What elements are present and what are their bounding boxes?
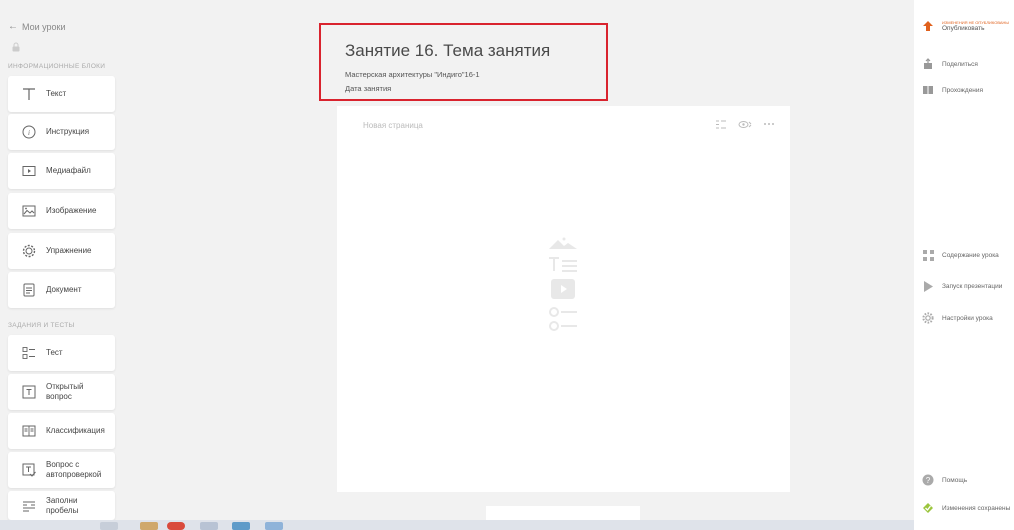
auto-check-icon	[22, 463, 36, 477]
help-label: Помощь	[942, 476, 968, 484]
progress-button[interactable]: Прохождения	[922, 84, 983, 96]
progress-label: Прохождения	[942, 86, 984, 94]
block-label: Вопрос с автопроверкой	[46, 460, 102, 479]
info-icon: i	[22, 125, 36, 139]
text-icon	[22, 87, 36, 101]
page-toolbar	[714, 119, 776, 129]
image-icon	[22, 204, 36, 218]
left-sidebar: ← Мои уроки ИНФОРМАЦИОННЫЕ БЛОКИ Текст i…	[0, 0, 120, 530]
block-label: Классификация	[46, 426, 105, 435]
play-icon	[922, 280, 934, 292]
section-label-tasks: ЗАДАНИЯ И ТЕСТЫ	[8, 322, 75, 329]
block-label: Текст	[46, 89, 67, 98]
lesson-contents-button[interactable]: Содержание урока	[922, 249, 999, 261]
block-open-question[interactable]: Открытый вопрос	[8, 374, 115, 410]
book-icon	[922, 84, 934, 96]
lock-icon	[12, 42, 20, 52]
block-instruction[interactable]: i Инструкция	[8, 114, 115, 150]
lesson-settings-label: Настройки урока	[942, 314, 993, 322]
block-image[interactable]: Изображение	[8, 193, 115, 229]
text-placeholder-icon	[549, 257, 577, 272]
start-presentation-label: Запуск презентации	[942, 282, 1003, 290]
taskbar	[0, 520, 914, 530]
block-text[interactable]: Текст	[8, 76, 115, 112]
svg-text:i: i	[28, 129, 30, 137]
saved-status-icon	[922, 502, 934, 514]
section-label-info-blocks: ИНФОРМАЦИОННЫЕ БЛОКИ	[8, 63, 106, 70]
start-presentation-button[interactable]: Запуск презентации	[922, 280, 1002, 292]
block-media[interactable]: Медиафайл	[8, 153, 115, 189]
help-button[interactable]: ? Помощь	[922, 474, 967, 486]
page-list-icon[interactable]	[714, 119, 728, 129]
block-auto-check-question[interactable]: Вопрос с автопроверкой	[8, 452, 115, 488]
taskbar-app-icon[interactable]	[200, 522, 218, 530]
block-label: Упражнение	[46, 246, 92, 255]
lesson-page-canvas[interactable]: Новая страница	[337, 106, 790, 492]
open-question-icon	[22, 385, 36, 399]
lesson-course-name: Мастерская архитектуры "Индиго"16-1	[345, 70, 480, 79]
publish-upload-icon	[922, 20, 934, 32]
save-status: Изменения сохранены	[922, 502, 1010, 514]
block-label: Медиафайл	[46, 166, 91, 175]
block-label: Заполни пробелы	[46, 495, 79, 515]
block-classification[interactable]: Классификация	[8, 413, 115, 449]
media-icon	[22, 164, 36, 178]
right-sidebar: ИЗМЕНЕНИЯ НЕ ОПУБЛИКОВАНЫ Опубликовать П…	[914, 0, 1014, 530]
test-icon	[22, 346, 36, 360]
empty-page-placeholder	[543, 236, 583, 332]
taskbar-browser-icon[interactable]	[167, 522, 185, 530]
document-icon	[22, 283, 36, 297]
back-link-label: Мои уроки	[22, 21, 66, 32]
exercise-icon	[22, 244, 36, 258]
taskbar-app-icon[interactable]	[232, 522, 250, 530]
block-label: Документ	[46, 285, 82, 294]
taskbar-app-icon[interactable]	[265, 522, 283, 530]
share-label: Поделиться	[942, 60, 978, 68]
block-label: Инструкция	[46, 127, 90, 136]
gear-icon	[922, 312, 934, 324]
block-exercise[interactable]: Упражнение	[8, 233, 115, 269]
lesson-date[interactable]: Дата занятия	[345, 84, 391, 93]
block-label: Тест	[46, 348, 63, 357]
publish-button[interactable]: ИЗМЕНЕНИЯ НЕ ОПУБЛИКОВАНЫ Опубликовать	[922, 20, 1009, 32]
lesson-title[interactable]: Занятие 16. Тема занятия	[345, 41, 550, 61]
lesson-settings-button[interactable]: Настройки урока	[922, 312, 993, 324]
block-fill-gaps[interactable]: Заполни пробелы	[8, 491, 115, 520]
share-icon	[922, 58, 934, 70]
save-status-label: Изменения сохранены	[942, 504, 1011, 512]
grid-icon	[922, 249, 934, 261]
help-icon: ?	[922, 474, 934, 486]
lesson-contents-label: Содержание урока	[942, 251, 999, 259]
taskbar-folder-icon[interactable]	[140, 522, 158, 530]
page-visibility-icon[interactable]	[738, 119, 752, 129]
test-placeholder-icon	[549, 307, 577, 331]
arrow-left-icon: ←	[8, 21, 18, 32]
block-document[interactable]: Документ	[8, 272, 115, 308]
video-placeholder-icon	[551, 279, 575, 299]
block-label: Изображение	[46, 206, 97, 215]
classification-icon	[22, 424, 36, 438]
svg-text:?: ?	[926, 476, 931, 485]
page-name[interactable]: Новая страница	[363, 121, 423, 130]
publish-label: Опубликовать	[942, 25, 985, 32]
more-options-icon[interactable]	[762, 119, 776, 129]
back-to-lessons-link[interactable]: ← Мои уроки	[8, 21, 66, 32]
image-placeholder-icon	[549, 237, 577, 249]
block-label: Открытый вопрос	[46, 382, 84, 401]
taskbar-app-icon[interactable]	[100, 522, 118, 530]
fill-gaps-icon	[22, 499, 36, 513]
share-button[interactable]: Поделиться	[922, 58, 978, 70]
block-test[interactable]: Тест	[8, 335, 115, 371]
